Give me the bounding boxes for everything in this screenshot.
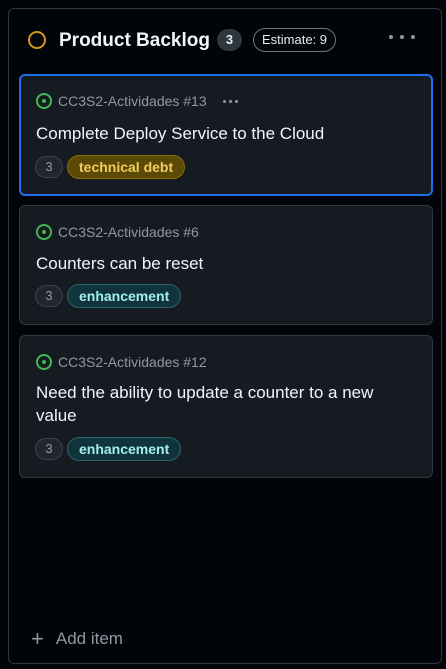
estimate-badge: Estimate: 9 <box>253 28 337 52</box>
issue-card[interactable]: CC3S2-Actividades #6 Counters can be res… <box>19 205 433 325</box>
more-dot-icon <box>400 35 404 39</box>
plus-icon: + <box>31 626 44 651</box>
card-meta: 3 enhancement <box>35 284 182 308</box>
card-repo-link[interactable]: CC3S2-Actividades #6 <box>58 224 199 240</box>
card-repo-line: CC3S2-Actividades #12 <box>36 352 207 372</box>
more-dot-icon <box>228 99 232 103</box>
card-repo-link[interactable]: CC3S2-Actividades #12 <box>58 354 207 370</box>
add-item-button[interactable]: + Add item <box>31 627 123 651</box>
card-repo-link[interactable]: CC3S2-Actividades #13 <box>58 93 207 109</box>
label-enhancement[interactable]: enhancement <box>67 437 182 461</box>
issue-open-icon <box>36 93 52 109</box>
more-dot-icon <box>234 99 238 103</box>
label-enhancement[interactable]: enhancement <box>67 284 182 308</box>
add-item-label: Add item <box>55 629 123 648</box>
card-menu-button[interactable] <box>222 99 238 103</box>
issue-card[interactable]: CC3S2-Actividades #13 Complete Deploy Se… <box>19 74 433 196</box>
card-repo-line: CC3S2-Actividades #13 <box>36 91 238 111</box>
card-number-pill: 3 <box>35 438 63 460</box>
issue-open-icon <box>36 354 52 370</box>
column-menu-button[interactable] <box>389 27 415 47</box>
card-title[interactable]: Complete Deploy Service to the Cloud <box>36 122 406 145</box>
issue-card[interactable]: CC3S2-Actividades #12 Need the ability t… <box>19 335 433 478</box>
status-circle-icon <box>28 31 46 49</box>
more-dot-icon <box>222 99 226 103</box>
board-column: Product Backlog 3 Estimate: 9 CC3S2-Acti… <box>8 8 442 664</box>
more-dot-icon <box>389 35 393 39</box>
card-number-pill: 3 <box>35 156 63 178</box>
card-meta: 3 technical debt <box>35 155 186 179</box>
card-title[interactable]: Counters can be reset <box>36 252 406 275</box>
column-header: Product Backlog 3 Estimate: 9 <box>9 9 441 71</box>
card-number-pill: 3 <box>35 285 63 307</box>
card-meta: 3 enhancement <box>35 437 182 461</box>
item-count-badge: 3 <box>217 29 242 51</box>
card-repo-line: CC3S2-Actividades #6 <box>36 222 199 242</box>
more-dot-icon <box>411 35 415 39</box>
card-title[interactable]: Need the ability to update a counter to … <box>36 381 406 427</box>
issue-open-icon <box>36 224 52 240</box>
label-technical-debt[interactable]: technical debt <box>67 155 186 179</box>
column-title: Product Backlog <box>59 30 210 51</box>
